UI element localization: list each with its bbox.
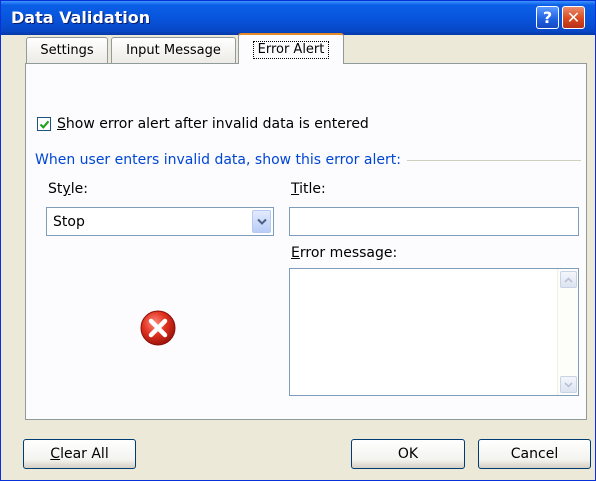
checkmark-icon: [39, 120, 49, 129]
scroll-up-button[interactable]: [560, 271, 577, 288]
show-error-alert-option[interactable]: Show error alert after invalid data is e…: [37, 116, 369, 132]
arrow-up-icon: [564, 276, 573, 283]
cancel-label: Cancel: [510, 446, 559, 462]
clear-all-label: Clear All: [50, 446, 109, 462]
tab-settings-label: Settings: [40, 43, 94, 58]
chevron-down-icon: [256, 218, 267, 225]
scroll-down-button[interactable]: [560, 376, 577, 393]
cancel-button[interactable]: Cancel: [478, 439, 591, 469]
title-label: Title:: [291, 181, 326, 197]
style-dropdown[interactable]: Stop: [46, 207, 274, 236]
title-bar[interactable]: Data Validation ? ✕: [1, 1, 595, 35]
show-error-alert-label: Show error alert after invalid data is e…: [57, 116, 369, 132]
error-alert-group: When user enters invalid data, show this…: [35, 151, 581, 169]
error-message-textarea[interactable]: [289, 268, 579, 396]
tab-input-message-label: Input Message: [126, 43, 221, 58]
dropdown-arrow-button[interactable]: [252, 210, 271, 233]
error-message-label: Error message:: [291, 245, 398, 261]
clear-all-button[interactable]: Clear All: [23, 439, 136, 469]
stop-error-icon: [140, 310, 176, 346]
style-label: Style:: [48, 181, 88, 197]
title-input[interactable]: [289, 207, 579, 236]
dialog-title: Data Validation: [11, 8, 151, 27]
help-icon: ?: [542, 8, 553, 27]
tab-settings[interactable]: Settings: [26, 37, 108, 63]
tab-error-alert-label: Error Alert: [252, 40, 330, 59]
group-label: When user enters invalid data, show this…: [35, 152, 401, 168]
tab-error-alert[interactable]: Error Alert: [238, 33, 344, 64]
show-error-alert-checkbox[interactable]: [37, 117, 51, 131]
style-value: Stop: [53, 214, 85, 230]
vertical-scrollbar[interactable]: [557, 269, 578, 395]
data-validation-dialog: Data Validation ? ✕ Settings Input Messa…: [0, 0, 596, 481]
help-button[interactable]: ?: [536, 6, 559, 29]
close-icon: ✕: [566, 8, 581, 27]
arrow-down-icon: [564, 381, 573, 388]
group-divider: [406, 159, 581, 161]
ok-label: OK: [397, 446, 419, 462]
tab-input-message[interactable]: Input Message: [111, 37, 236, 63]
ok-button[interactable]: OK: [351, 439, 465, 469]
close-button[interactable]: ✕: [562, 6, 585, 29]
